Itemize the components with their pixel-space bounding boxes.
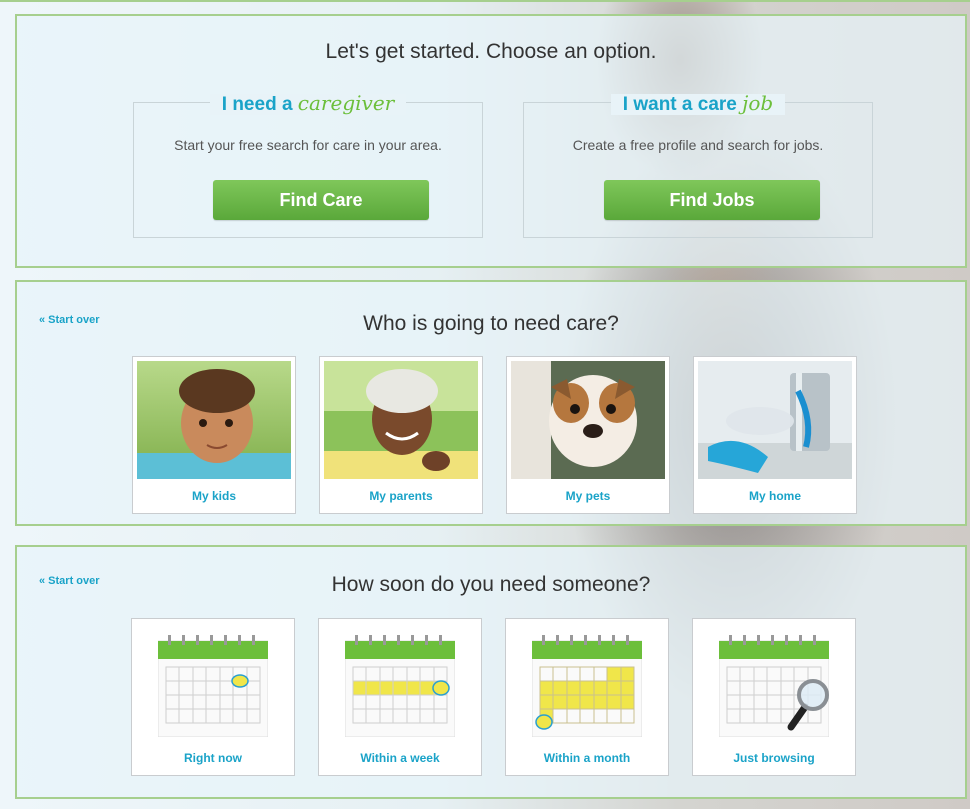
care-job-option: I want a care job Create a free profile … (523, 91, 873, 238)
timing-option-within-week[interactable]: Within a week (318, 618, 482, 776)
care-option-label: My pets (565, 489, 611, 503)
care-job-title-prefix: I want a care (622, 94, 737, 115)
cleaning-supplies-photo (698, 361, 852, 479)
caregiver-option-title: I need a caregiver (134, 91, 482, 116)
senior-woman-photo (324, 361, 478, 479)
step-who-needs-care: « Start over Who is going to need care? … (15, 280, 967, 526)
timing-option-just-browsing[interactable]: Just browsing (692, 618, 856, 776)
find-care-button[interactable]: Find Care (213, 180, 429, 220)
timing-option-label: Within a month (543, 751, 631, 765)
calendar-week-icon (345, 635, 455, 737)
step-how-soon: « Start over How soon do you need someon… (15, 545, 967, 799)
calendar-month-icon (532, 635, 642, 737)
caregiver-option: I need a caregiver Start your free searc… (133, 91, 483, 238)
care-option-label: My parents (369, 489, 433, 503)
care-job-option-title: I want a care job (524, 91, 872, 116)
find-jobs-button[interactable]: Find Jobs (604, 180, 820, 220)
care-job-description: Create a free profile and search for job… (572, 137, 824, 153)
care-option-home[interactable]: My home (693, 356, 857, 514)
caregiver-title-prefix: I need a (221, 94, 293, 115)
bulldog-photo (511, 361, 665, 479)
care-job-title-script: job (742, 91, 774, 115)
caregiver-description: Start your free search for care in your … (174, 137, 442, 153)
step-choose-option: Let's get started. Choose an option. I n… (15, 14, 967, 268)
caregiver-title-script: caregiver (297, 91, 395, 115)
calendar-today-icon (158, 635, 268, 737)
timing-option-label: Within a week (360, 751, 440, 765)
care-option-label: My kids (191, 489, 236, 503)
care-option-pets[interactable]: My pets (506, 356, 670, 514)
care-option-parents[interactable]: My parents (319, 356, 483, 514)
top-divider (0, 0, 970, 2)
care-option-label: My home (748, 489, 801, 503)
timing-option-right-now[interactable]: Right now (131, 618, 295, 776)
step1-heading: Let's get started. Choose an option. (325, 40, 657, 63)
baby-photo (137, 361, 291, 479)
care-option-kids[interactable]: My kids (132, 356, 296, 514)
timing-option-label: Right now (184, 751, 242, 765)
step3-heading: How soon do you need someone? (331, 573, 651, 596)
calendar-magnifier-icon (719, 635, 829, 737)
step2-heading: Who is going to need care? (363, 312, 619, 335)
timing-option-within-month[interactable]: Within a month (505, 618, 669, 776)
timing-option-label: Just browsing (733, 751, 815, 765)
